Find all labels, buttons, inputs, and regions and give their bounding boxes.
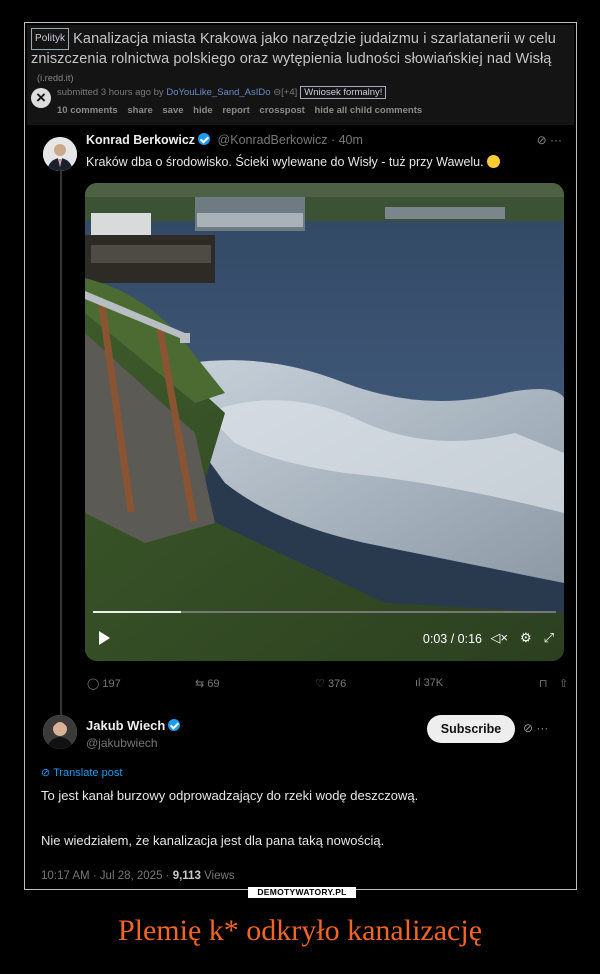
hide-link[interactable]: hide	[193, 105, 213, 116]
avatar-image	[43, 715, 77, 749]
avatar[interactable]	[43, 137, 77, 171]
play-icon[interactable]	[99, 631, 110, 645]
chart-icon: ıl	[415, 677, 421, 689]
reply-count: 197	[102, 678, 121, 690]
video-frame-image	[85, 183, 564, 661]
crosspost-link[interactable]: crosspost	[259, 105, 304, 116]
tweet: Konrad Berkowicz @KonradBerkowicz · 40m …	[27, 125, 574, 887]
tweet-text-content: Kraków dba o środowisko. Ścieki wylewane…	[86, 155, 484, 169]
user-karma: [+4]	[281, 87, 298, 98]
view-count: 37K	[423, 677, 444, 689]
reddit-post-header: Polityk Kanalizacja miasta Krakowa jako n…	[27, 25, 574, 125]
reply-views-label: Views	[204, 870, 235, 882]
post-title-text[interactable]: Kanalizacja miasta Krakowa jako narzędzi…	[31, 31, 556, 67]
thread-line	[60, 169, 62, 729]
verified-badge-icon	[198, 133, 211, 145]
post-author-link[interactable]: DoYouLike_Sand_AsIDo	[166, 87, 270, 98]
video-progress-fill	[93, 611, 181, 613]
share-icon[interactable]: ⇧	[559, 677, 568, 690]
demotivator-frame: Polityk Kanalizacja miasta Krakowa jako n…	[24, 22, 577, 890]
chat-icon: ⊖	[273, 87, 282, 98]
reply-icon: ◯	[87, 678, 100, 690]
settings-icon[interactable]: ⚙	[520, 630, 532, 645]
avatar[interactable]	[43, 715, 77, 749]
views-action[interactable]: ıl 37K	[415, 677, 443, 689]
like-count: 376	[327, 678, 347, 690]
hide-child-comments-link[interactable]: hide all child comments	[314, 105, 422, 116]
repost-action[interactable]: ⇆ 69	[195, 677, 220, 690]
reply-handle[interactable]: @jakubwiech	[86, 736, 158, 750]
comments-link[interactable]: 10 comments	[57, 105, 118, 116]
post-meta: submitted 3 hours ago by DoYouLike_Sand_…	[57, 86, 387, 99]
video-progress-bar[interactable]	[93, 611, 556, 613]
tweet-top-icons: ⊘ ···	[537, 133, 562, 147]
video-controls: ◁× ⚙ ⤢	[478, 630, 554, 646]
repost-count: 69	[207, 678, 220, 690]
submitted-text: submitted 3 hours ago by	[57, 87, 164, 98]
reply-top-icons: ⊘ ···	[523, 721, 548, 735]
reply-action[interactable]: ◯ 197	[87, 677, 121, 690]
translate-label: Translate post	[53, 767, 123, 779]
avatar-image	[43, 137, 77, 171]
grok-icon[interactable]: ⊘	[537, 133, 547, 147]
user-flair: Wniosek formalny!	[300, 86, 387, 99]
tweet-author[interactable]: Konrad Berkowicz @KonradBerkowicz · 40m	[86, 133, 363, 147]
translate-icon: ⊘	[41, 767, 51, 779]
post-actions: 10 comments share save hide report cross…	[57, 105, 429, 116]
tweet-text: Kraków dba o środowisko. Ścieki wylewane…	[86, 155, 501, 169]
translate-post-link[interactable]: ⊘ Translate post	[41, 766, 122, 779]
fullscreen-icon[interactable]: ⤢	[544, 630, 554, 645]
author-handle[interactable]: @KonradBerkowicz · 40m	[218, 133, 363, 147]
share-link[interactable]: share	[127, 105, 152, 116]
reply-timestamp: 10:17 AM · Jul 28, 2025 · 9,113 Views	[41, 870, 235, 882]
tweet-video[interactable]: 0:03 / 0:16 ◁× ⚙ ⤢	[85, 183, 564, 661]
author-name[interactable]: Konrad Berkowicz	[86, 133, 195, 147]
reply-author-name[interactable]: Jakub Wiech	[86, 718, 165, 733]
more-icon[interactable]: ···	[536, 721, 548, 735]
more-icon[interactable]: ···	[550, 133, 562, 147]
subscribe-button[interactable]: Subscribe	[427, 715, 515, 743]
reply-text-line1: To jest kanał burzowy odprowadzający do …	[41, 788, 419, 803]
heart-icon: ♡	[315, 678, 325, 690]
reddit-post-title[interactable]: Polityk Kanalizacja miasta Krakowa jako n…	[31, 28, 574, 87]
reply-date[interactable]: 10:17 AM · Jul 28, 2025 ·	[41, 870, 170, 882]
tweet-actions: ◯ 197 ⇆ 69 ♡ 376 ıl 37K ⊓ ⇧	[87, 677, 568, 697]
bookmark-icon[interactable]: ⊓	[539, 677, 548, 690]
grok-icon[interactable]: ⊘	[523, 721, 533, 735]
post-flair: Polityk	[31, 28, 70, 50]
post-domain[interactable]: (i.redd.it)	[37, 73, 74, 83]
video-time: 0:03 / 0:16	[422, 632, 482, 646]
report-link[interactable]: report	[222, 105, 249, 116]
save-link[interactable]: save	[162, 105, 183, 116]
reply-views-count: 9,113	[172, 870, 201, 882]
repost-icon: ⇆	[195, 678, 205, 690]
verified-badge-icon	[168, 719, 181, 731]
reply-text-line2: Nie wiedziałem, że kanalizacja jest dla …	[41, 833, 385, 848]
close-icon[interactable]: ×	[31, 88, 51, 108]
watermark-label: DEMOTYWATORY.PL	[248, 887, 356, 898]
reply-author[interactable]: Jakub Wiech	[86, 718, 181, 733]
smiley-emoji-icon	[487, 155, 501, 168]
caption-title: Plemię k* odkryło kanalizację	[117, 914, 483, 947]
mute-icon[interactable]: ◁×	[490, 630, 508, 645]
like-action[interactable]: ♡ 376	[315, 677, 346, 690]
